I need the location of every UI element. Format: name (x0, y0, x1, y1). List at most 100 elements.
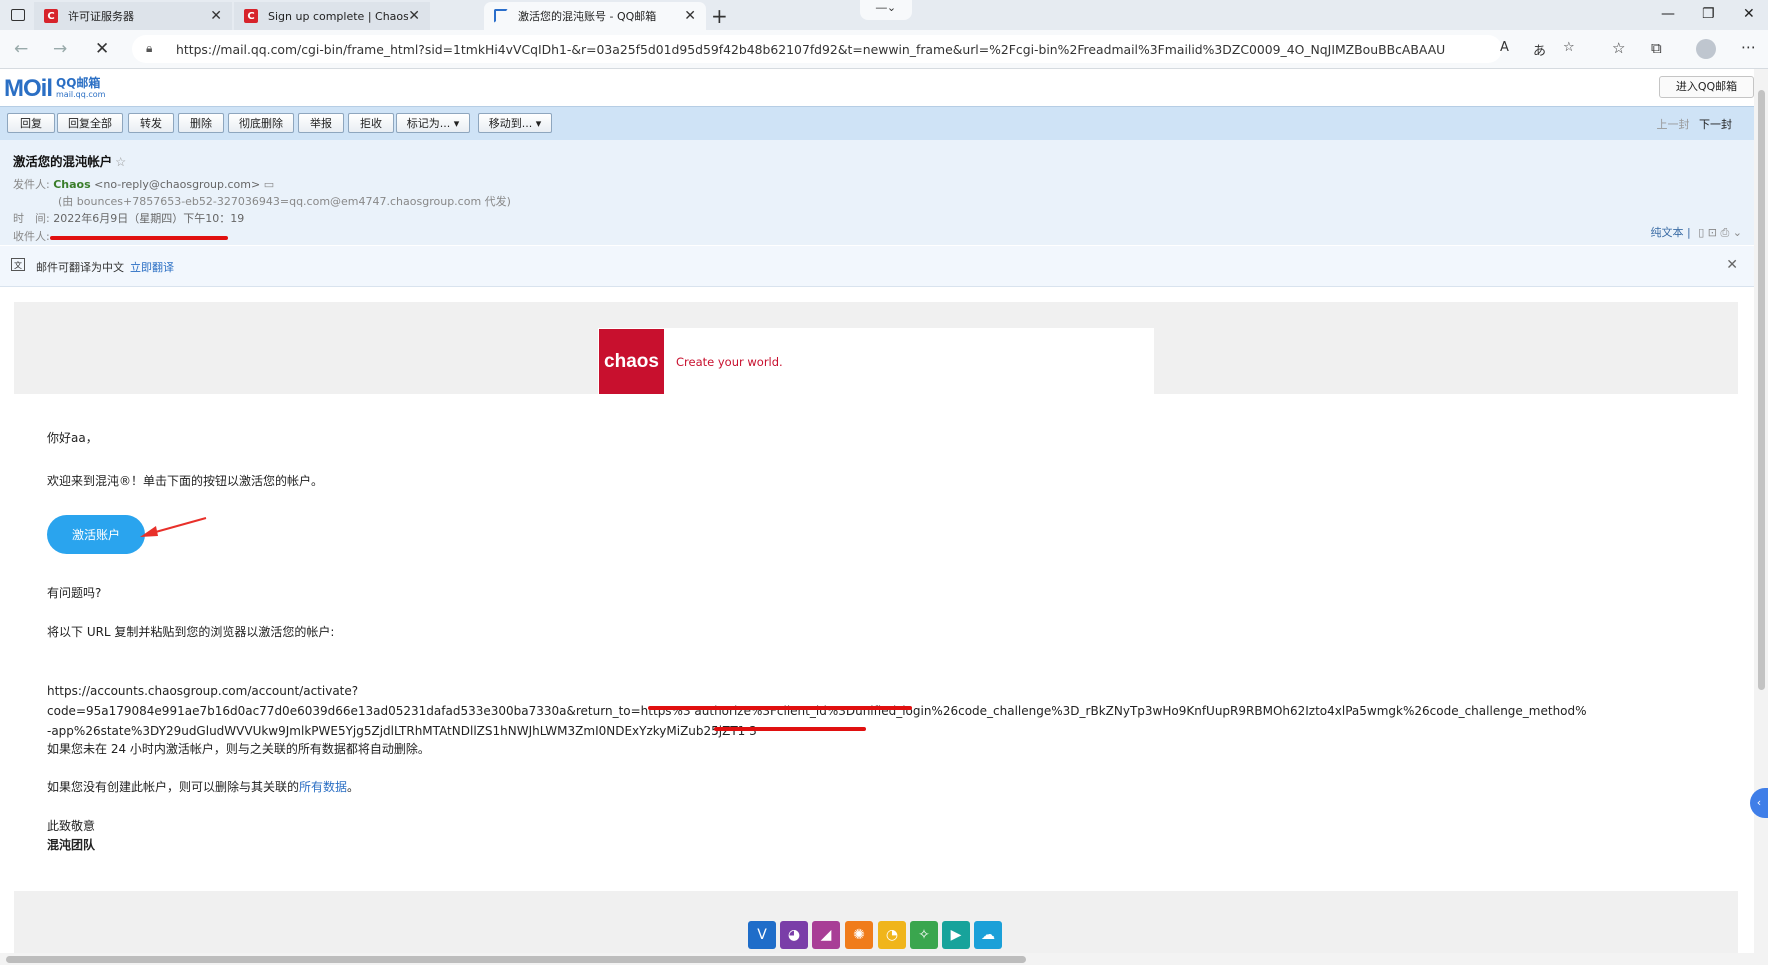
favorites-icon[interactable]: ☆ (1612, 39, 1625, 57)
regards-text: 此致敬意 (47, 819, 96, 833)
activate-account-button[interactable]: 激活账户 (47, 515, 145, 554)
cloud-app-icon[interactable]: ☁ (974, 921, 1002, 949)
reject-button[interactable]: 拒收 (348, 113, 394, 133)
player-app-icon[interactable]: ▶ (942, 921, 970, 949)
report-button[interactable]: 举报 (298, 113, 344, 133)
side-panel-toggle-icon[interactable]: ‹ (1750, 788, 1768, 818)
window-close-icon[interactable]: ✕ (1743, 6, 1755, 22)
chaos-favicon-icon: C (44, 9, 58, 23)
tab-title: Sign up complete | Chaos (268, 9, 409, 23)
qq-mail-logo[interactable]: MOil QQ邮箱 mail.qq.com (4, 75, 105, 103)
reply-button[interactable]: 回复 (7, 113, 55, 133)
translate-now-link[interactable]: 立即翻译 (130, 261, 174, 274)
activation-url-block[interactable]: https://accounts.chaosgroup.com/account/… (47, 681, 1754, 741)
tab-title: 激活您的混沌账号 - QQ邮箱 (518, 10, 657, 23)
horizontal-scroll-thumb[interactable] (6, 956, 1026, 963)
collections-icon[interactable]: ⧉ (1651, 39, 1662, 57)
v-ray-app-icon[interactable]: V (748, 921, 776, 949)
sender-email[interactable]: <no-reply@chaosgroup.com> (94, 178, 260, 191)
cosmos-app-icon[interactable]: ✧ (910, 921, 938, 949)
lock-icon[interactable]: 🔒︎ (146, 41, 152, 56)
tab-actions-icon[interactable] (8, 6, 30, 24)
chaos-tagline: Create your world. (676, 355, 783, 369)
vantage-app-icon[interactable]: ◢ (812, 921, 840, 949)
chaos-logo[interactable]: chaos (599, 329, 664, 394)
stop-icon[interactable]: ✕ (95, 39, 109, 59)
url-line[interactable]: -app%26state%3DY29udGludWVVUkw9JmlkPWE5Y… (47, 721, 1754, 741)
mail-header: MOil QQ邮箱 mail.qq.com 进入QQ邮箱 (0, 69, 1768, 106)
read-aloud-icon[interactable]: A (1500, 40, 1509, 55)
close-icon[interactable]: ✕ (408, 8, 420, 24)
restore-icon[interactable]: ❐ (1702, 6, 1715, 22)
address-bar-row: ← → ✕ 🔒︎ https://mail.qq.com/cgi-bin/fra… (0, 30, 1768, 69)
add-favorite-icon[interactable]: ☆ (1563, 40, 1575, 55)
reply-all-button[interactable]: 回复全部 (57, 113, 123, 133)
translate-notice: 邮件可翻译为中文 立即翻译 (36, 259, 174, 275)
tab-qq-mail[interactable]: 激活您的混沌账号 - QQ邮箱 ✕ (484, 2, 706, 30)
permanent-delete-button[interactable]: 彻底删除 (228, 113, 294, 133)
delete-button[interactable]: 删除 (178, 113, 224, 133)
phoenix-app-icon[interactable]: ◕ (780, 921, 808, 949)
tab-title: 许可证服务器 (68, 10, 134, 23)
translate-bar: 文 邮件可翻译为中文 立即翻译 ✕ (0, 246, 1754, 287)
minimize-icon[interactable]: — (1661, 6, 1675, 22)
close-icon[interactable]: ✕ (684, 8, 696, 24)
url-field[interactable]: 🔒︎ https://mail.qq.com/cgi-bin/frame_htm… (132, 35, 1575, 63)
delete-suffix: 。 (347, 780, 360, 794)
expiry-notice: 如果您未在 24 小时内激活帐户，则与之关联的所有数据都将自动删除。 (47, 742, 430, 756)
dropdown-arrow-icon: ▾ (453, 117, 460, 130)
from-label: 发件人: (13, 178, 50, 191)
tab-sign-up-complete[interactable]: C Sign up complete | Chaos ✕ (234, 2, 430, 30)
back-icon[interactable]: ← (14, 39, 28, 59)
mark-as-label: 标记为... (406, 117, 451, 130)
enter-qq-mail-button[interactable]: 进入QQ邮箱 (1659, 76, 1754, 98)
move-to-dropdown[interactable]: 移动到... ▾ (478, 113, 552, 133)
more-menu-icon[interactable]: ⋯ (1741, 38, 1756, 56)
welcome-text: 欢迎来到混沌®！单击下面的按钮以激活您的帐户。 (47, 474, 324, 488)
tab-license-server[interactable]: C 许可证服务器 ✕ (34, 2, 232, 30)
previous-mail-link[interactable]: 上一封 (1657, 118, 1690, 131)
forward-icon[interactable]: → (53, 39, 67, 59)
close-icon[interactable]: ✕ (210, 8, 222, 24)
all-data-link[interactable]: 所有数据 (299, 780, 347, 794)
redaction-mark (50, 236, 228, 240)
redaction-mark (648, 706, 912, 710)
view-mode-icons[interactable]: ▯ ⊡ ⎙ ⌄ (1698, 226, 1742, 239)
redaction-mark (714, 727, 866, 731)
corona-app-icon[interactable]: ✺ (845, 921, 873, 949)
url-text[interactable]: https://mail.qq.com/cgi-bin/frame_html?s… (176, 42, 1446, 57)
url-line[interactable]: code=95a179084e991ae7b16d0ac77d0e6039d66… (47, 701, 1754, 721)
logo-domain: mail.qq.com (56, 90, 106, 99)
mail-toolbar: 回复 回复全部 转发 删除 彻底删除 举报 拒收 标记为... ▾ 移动到...… (0, 106, 1754, 141)
mail-subject: 激活您的混沌帐户 ☆ (13, 152, 126, 170)
translate-icon[interactable]: あ (1533, 40, 1546, 59)
new-tab-button[interactable]: + (711, 4, 728, 28)
mark-as-dropdown[interactable]: 标记为... ▾ (396, 113, 470, 133)
profile-avatar-icon[interactable] (1696, 39, 1716, 59)
scans-app-icon[interactable]: ◔ (878, 921, 906, 949)
move-to-label: 移动到... (488, 117, 533, 130)
logo-title: QQ邮箱 (56, 76, 101, 90)
loading-spinner-icon (494, 9, 508, 23)
subject-text: 激活您的混沌帐户 (13, 154, 113, 169)
sender-name[interactable]: Chaos (53, 178, 90, 191)
time-label: 时 间: (13, 212, 50, 225)
translate-icon: 文 (11, 258, 25, 271)
next-mail-link[interactable]: 下一封 (1699, 118, 1732, 131)
from-line: 发件人: Chaos <no-reply@chaosgroup.com> ▭ (13, 176, 274, 192)
contact-card-icon[interactable]: ▭ (264, 178, 274, 191)
time-value: 2022年6月9日（星期四）下午10：19 (53, 212, 245, 225)
forward-button[interactable]: 转发 (128, 113, 174, 133)
team-signature: 混沌团队 (47, 838, 96, 852)
delete-prefix: 如果您没有创建此帐户，则可以删除与其关联的 (47, 780, 300, 794)
mail-meta: 激活您的混沌帐户 ☆ 发件人: Chaos <no-reply@chaosgrou… (0, 140, 1754, 245)
tab-search-icon[interactable]: ―⌄ (860, 0, 912, 20)
star-icon[interactable]: ☆ (115, 154, 126, 169)
vertical-scroll-thumb[interactable] (1758, 90, 1765, 690)
translate-message: 邮件可翻译为中文 (36, 261, 124, 274)
close-icon[interactable]: ✕ (1726, 257, 1738, 273)
proxy-line: (由 bounces+7857653-eb52-327036943=qq.com… (58, 195, 511, 208)
url-line[interactable]: https://accounts.chaosgroup.com/account/… (47, 681, 1754, 701)
plain-text-link[interactable]: 纯文本 | (1651, 226, 1691, 239)
dropdown-arrow-icon: ▾ (535, 117, 542, 130)
